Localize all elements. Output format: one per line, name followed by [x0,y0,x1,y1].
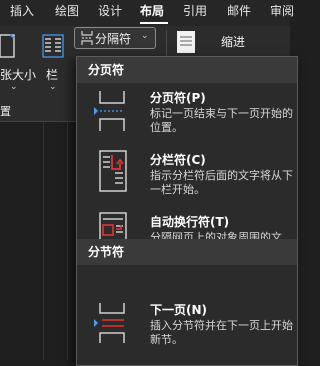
menu-item-next-page[interactable]: 下一页(N) 插入分节符并在下一页上开始 新节。 [78,297,296,357]
document-margin-line [67,122,68,360]
active-tab-indicator [140,22,168,24]
tab-review[interactable]: 审阅 [270,2,294,19]
section-breaks-header: 分节符 [77,239,297,265]
page-break-title: 分页符(P) [150,91,206,105]
next-page-section-icon [94,303,125,343]
column-break-title: 分栏符(C) [150,153,206,167]
paper-size-icon [0,34,15,58]
chevron-down-icon: ⌄ [49,82,57,92]
tab-insert[interactable]: 插入 [10,2,34,19]
tab-draw[interactable]: 绘图 [55,2,79,19]
page-break-description: 标记一页结束与下一页开始的 位置。 [150,107,293,134]
page-breaks-header: 分页符 [77,57,297,83]
breaks-icon [81,31,93,45]
tab-mailings[interactable]: 邮件 [227,2,251,19]
page-break-icon [94,91,125,131]
columns-icon [42,34,64,58]
breaks-button[interactable]: 分隔符 ⌄ [74,27,156,49]
column-break-description: 指示分栏符后面的文字将从下 一栏开始。 [150,169,293,196]
tab-design[interactable]: 设计 [98,2,122,19]
breaks-dropdown-menu: 分页符 分页符(P) 标记一页结束与下一页开始的 位置。 分栏符(C) 指示分栏… [76,56,298,366]
tab-references[interactable]: 引用 [183,2,207,19]
breaks-label: 分隔符 [95,32,132,46]
next-page-description: 插入分节符并在下一页上开始 新节。 [150,319,293,346]
columns-button[interactable]: 栏 ⌄ [38,30,68,94]
text-wrapping-break-title: 自动换行符(T) [150,215,230,229]
menu-item-page-break[interactable]: 分页符(P) 标记一页结束与下一页开始的 位置。 [78,85,296,145]
tab-layout[interactable]: 布局 [140,2,164,19]
size-button[interactable]: 张大小 ⌄ [0,30,36,94]
next-page-title: 下一页(N) [150,303,208,317]
columns-label: 栏 [46,68,59,82]
indent-label: 缩进 [221,35,246,49]
size-label: 张大小 [0,68,37,82]
page-icon [177,31,195,53]
column-break-icon [99,150,127,192]
menu-item-column-break[interactable]: 分栏符(C) 指示分栏符后面的文字将从下 一栏开始。 [78,147,296,207]
chevron-down-icon: ⌄ [141,31,149,41]
ribbon-tab-bar: 插入 绘图 设计 布局 引用 邮件 审阅 [0,0,294,26]
document-margin-line [43,122,44,360]
page-setup-group-label: 置 [0,105,11,118]
chevron-down-icon: ⌄ [10,82,18,92]
ribbon-bottom-border [0,121,76,122]
